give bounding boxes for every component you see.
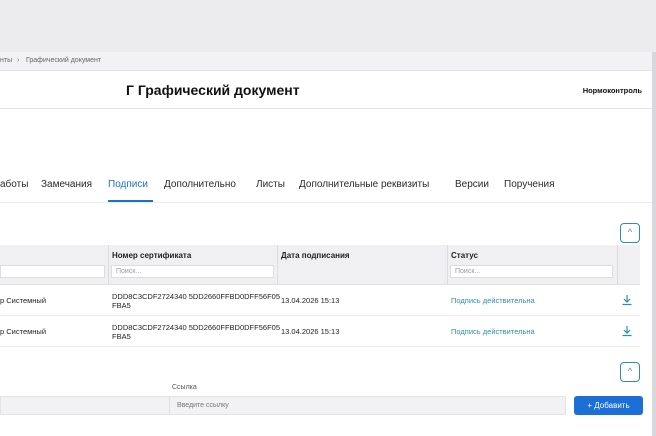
- status-cell: Подпись действительна: [451, 327, 535, 336]
- table-row[interactable]: р Системный DDD8C3CDF2724340 5DD2660FFBD…: [0, 285, 640, 316]
- column-header-status[interactable]: Статус: [451, 251, 478, 260]
- tab-remarks[interactable]: Замечания: [41, 179, 92, 190]
- signer-cell: р Системный: [0, 327, 47, 336]
- page-title: Г Графический документ: [126, 82, 300, 98]
- link-input[interactable]: [171, 397, 573, 414]
- scrollbar[interactable]: [652, 52, 656, 436]
- document-header: Г Графический документ Нормоконтроль: [0, 71, 656, 109]
- download-icon[interactable]: [620, 324, 634, 338]
- input-divider: [169, 397, 170, 414]
- signer-filter-input[interactable]: [0, 265, 105, 278]
- date-cell: 13.04.2026 15:13: [281, 296, 340, 305]
- status-cell: Подпись действительна: [451, 296, 535, 305]
- plus-icon: +: [587, 401, 593, 410]
- table-header: Номер сертификата Дата подписания Статус…: [0, 245, 640, 285]
- tab-assignments[interactable]: Поручения: [504, 179, 555, 190]
- tab-sheets[interactable]: Листы: [256, 179, 285, 190]
- breadcrumb-separator: ›: [17, 57, 20, 64]
- column-divider: [277, 245, 278, 284]
- breadcrumb-current: Графический документ: [26, 57, 102, 64]
- column-divider: [617, 245, 618, 284]
- collapse-links-button[interactable]: ^: [620, 362, 640, 382]
- app-top-bar: [0, 0, 656, 52]
- certificate-cell: DDD8C3CDF2724340 5DD2660FFBD0DFF56F05FBA…: [112, 323, 280, 341]
- certificate-filter-input[interactable]: Поиск...: [111, 265, 274, 278]
- collapse-signatures-button[interactable]: ^: [620, 223, 640, 243]
- date-cell: 13.04.2026 15:13: [281, 327, 340, 336]
- column-divider: [447, 245, 448, 284]
- signer-cell: р Системный: [0, 296, 47, 305]
- column-divider: [108, 245, 109, 284]
- column-header-date[interactable]: Дата подписания: [281, 251, 350, 260]
- breadcrumb: нты › Графический документ: [0, 52, 656, 71]
- link-input-container: [0, 396, 573, 415]
- tab-additional[interactable]: Дополнительно: [164, 179, 236, 190]
- tab-versions[interactable]: Версии: [455, 179, 489, 190]
- table-row[interactable]: р Системный DDD8C3CDF2724340 5DD2660FFBD…: [0, 316, 640, 347]
- tab-works[interactable]: аботы: [0, 179, 28, 190]
- status-filter-input[interactable]: Поиск...: [450, 265, 613, 278]
- certificate-cell: DDD8C3CDF2724340 5DD2660FFBD0DFF56F05FBA…: [112, 292, 280, 310]
- tab-bar: аботы Замечания Подписи Дополнительно Ли…: [0, 176, 656, 202]
- breadcrumb-parent[interactable]: нты: [0, 57, 12, 64]
- tabs-divider: [0, 202, 656, 203]
- chevron-up-icon: ^: [627, 227, 633, 237]
- chevron-up-icon: ^: [627, 366, 633, 376]
- tab-signatures[interactable]: Подписи: [108, 179, 148, 190]
- normocontrol-label[interactable]: Нормоконтроль: [583, 86, 642, 95]
- add-button[interactable]: + Добавить: [574, 396, 643, 415]
- column-header-certificate[interactable]: Номер сертификата: [112, 251, 191, 260]
- link-field-label: Ссылка: [172, 384, 197, 391]
- tab-additional-requisites[interactable]: Дополнительные реквизиты: [299, 179, 429, 190]
- download-icon[interactable]: [620, 293, 634, 307]
- add-button-label: Добавить: [594, 401, 630, 410]
